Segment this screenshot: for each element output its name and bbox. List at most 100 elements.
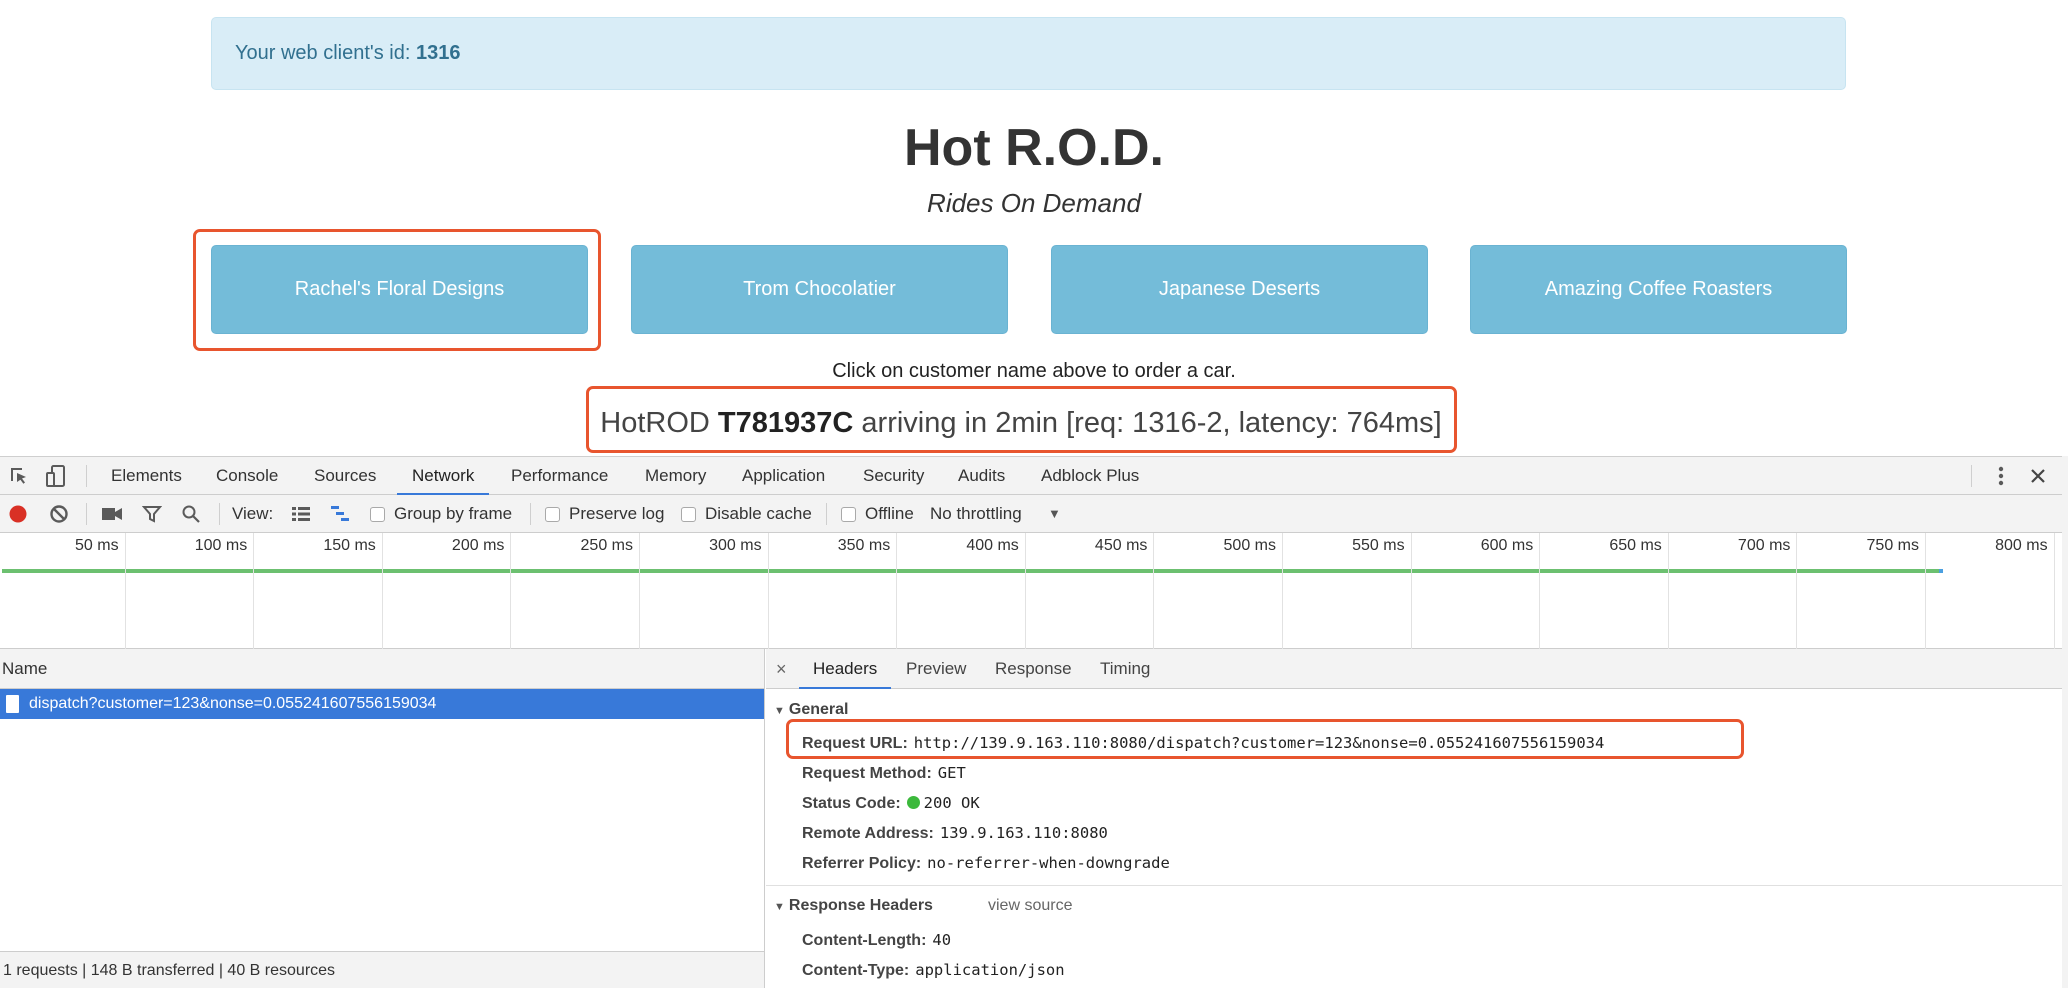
request-detail-pane: × Headers Preview Response Timing ▼ Gener… bbox=[766, 649, 2062, 988]
tab-performance[interactable]: Performance bbox=[511, 457, 608, 495]
timeline-tick-label: 400 ms bbox=[966, 537, 1019, 554]
customer-button-rachels-floral-designs[interactable]: Rachel's Floral Designs bbox=[211, 245, 588, 334]
customer-button-amazing-coffee-roasters[interactable]: Amazing Coffee Roasters bbox=[1470, 245, 1847, 334]
tab-elements[interactable]: Elements bbox=[111, 457, 182, 495]
timeline-tick-label: 250 ms bbox=[580, 537, 633, 554]
request-method-row: Request Method: GET bbox=[802, 760, 966, 786]
separator bbox=[530, 503, 531, 525]
customer-button-japanese-deserts[interactable]: Japanese Deserts bbox=[1051, 245, 1428, 334]
timeline-gridline bbox=[1153, 533, 1155, 649]
timeline-tick-label: 450 ms bbox=[1094, 537, 1148, 554]
general-section-title: General bbox=[788, 701, 849, 718]
tab-response[interactable]: Response bbox=[995, 649, 1072, 689]
response-headers-section-toggle[interactable]: ▼ Response Headers bbox=[774, 893, 933, 919]
referrer-policy-key: Referrer Policy: bbox=[802, 855, 922, 872]
customer-button-label: Japanese Deserts bbox=[1158, 278, 1321, 300]
close-devtools-icon[interactable] bbox=[2027, 465, 2049, 487]
devtools-panel: Elements Console Sources Network Perform… bbox=[0, 456, 2062, 988]
timeline-gridline bbox=[381, 533, 383, 649]
timeline-gridline bbox=[1024, 533, 1026, 649]
content-type-row: Content-Type: application/json bbox=[802, 957, 1065, 983]
offline-checkbox[interactable] bbox=[841, 507, 856, 522]
timeline-tick-label: 350 ms bbox=[837, 537, 891, 554]
tab-preview[interactable]: Preview bbox=[906, 649, 966, 689]
arrival-message: HotROD T781937C arriving in 2min [req: 1… bbox=[586, 405, 1456, 441]
timeline-gridline bbox=[767, 533, 769, 649]
separator bbox=[86, 503, 87, 525]
order-hint: Click on customer name above to order a … bbox=[832, 360, 1236, 382]
referrer-policy-row: Referrer Policy: no-referrer-when-downgra… bbox=[802, 850, 1170, 876]
request-url-value: http://139.9.163.110:8080/dispatch?custo… bbox=[913, 734, 1605, 752]
tab-application[interactable]: Application bbox=[742, 457, 825, 495]
waterfall-overview-icon[interactable] bbox=[330, 505, 350, 523]
referrer-policy-value: no-referrer-when-downgrade bbox=[927, 854, 1170, 872]
preserve-log-label: Preserve log bbox=[569, 504, 665, 523]
more-options-icon[interactable] bbox=[1990, 463, 2012, 489]
request-row[interactable]: dispatch?customer=123&nonse=0.0552416075… bbox=[0, 689, 764, 719]
timeline-gridline bbox=[1796, 533, 1798, 649]
timeline-gridline bbox=[1410, 533, 1412, 649]
devtools-tab-bar: Elements Console Sources Network Perform… bbox=[0, 457, 2062, 495]
timeline-gridline bbox=[510, 533, 512, 649]
network-toolbar: View: Group by frame Preserve log Disabl… bbox=[0, 495, 2062, 533]
close-detail-icon[interactable]: × bbox=[776, 649, 787, 689]
tab-headers[interactable]: Headers bbox=[798, 649, 892, 689]
timeline-tick-label: 550 ms bbox=[1352, 537, 1405, 554]
section-divider bbox=[766, 885, 2062, 886]
document-icon bbox=[6, 695, 19, 713]
timeline-tick-label: 500 ms bbox=[1223, 537, 1276, 554]
request-url-row: Request URL: http://139.9.163.110:8080/di… bbox=[802, 730, 1604, 756]
column-header-name[interactable]: Name bbox=[0, 649, 764, 689]
timeline-tick-label: 100 ms bbox=[194, 537, 248, 554]
device-toolbar-icon[interactable] bbox=[45, 464, 67, 488]
content-length-row: Content-Length: 40 bbox=[802, 927, 951, 953]
filter-icon[interactable] bbox=[142, 504, 162, 524]
group-by-frame-checkbox[interactable] bbox=[370, 507, 385, 522]
clear-icon[interactable] bbox=[49, 504, 69, 524]
remote-address-row: Remote Address: 139.9.163.110:8080 bbox=[802, 820, 1108, 846]
tab-sources[interactable]: Sources bbox=[314, 457, 376, 495]
timeline-tick-label: 700 ms bbox=[1737, 537, 1791, 554]
timeline-tick-label: 600 ms bbox=[1480, 537, 1534, 554]
inspect-element-icon[interactable] bbox=[8, 465, 30, 487]
timeline-tick-label: 150 ms bbox=[323, 537, 376, 554]
screenshot-camera-icon[interactable] bbox=[101, 504, 123, 524]
tab-memory[interactable]: Memory bbox=[645, 457, 706, 495]
tab-network[interactable]: Network bbox=[396, 457, 490, 495]
throttling-select[interactable]: No throttling bbox=[930, 495, 1022, 533]
record-icon[interactable] bbox=[8, 504, 28, 524]
status-code-value: 200 OK bbox=[923, 794, 980, 812]
remote-address-value: 139.9.163.110:8080 bbox=[939, 824, 1108, 842]
timeline-tick-label: 300 ms bbox=[709, 537, 762, 554]
tab-audits[interactable]: Audits bbox=[958, 457, 1005, 495]
network-overview-timeline[interactable]: 50 ms 100 ms 150 ms 200 ms 250 ms 300 ms 350 m… bbox=[0, 533, 2062, 649]
request-name: dispatch?customer=123&nonse=0.0552416075… bbox=[29, 695, 437, 712]
tab-console[interactable]: Console bbox=[216, 457, 278, 495]
customer-button-label: Rachel's Floral Designs bbox=[294, 278, 505, 300]
customer-button-trom-chocolatier[interactable]: Trom Chocolatier bbox=[631, 245, 1008, 334]
tab-adblock-plus[interactable]: Adblock Plus bbox=[1041, 457, 1139, 495]
view-source-link[interactable]: view source bbox=[988, 893, 1072, 919]
general-section-toggle[interactable]: ▼ General bbox=[774, 697, 848, 723]
timeline-gridline bbox=[253, 533, 255, 649]
search-icon[interactable] bbox=[181, 504, 201, 524]
timeline-gridline bbox=[1539, 533, 1541, 649]
timeline-gridline bbox=[639, 533, 640, 649]
large-rows-icon[interactable] bbox=[291, 505, 311, 523]
timeline-gridline bbox=[2053, 533, 2055, 649]
timeline-gridline bbox=[1282, 533, 1283, 649]
tab-timing[interactable]: Timing bbox=[1100, 649, 1150, 689]
group-by-frame-label: Group by frame bbox=[394, 504, 513, 523]
status-code-row: Status Code: 200 OK bbox=[802, 790, 980, 816]
status-code-key: Status Code: bbox=[802, 795, 901, 812]
page-title: Hot R.O.D. bbox=[904, 119, 1164, 177]
throttling-dropdown-icon[interactable]: ▼ bbox=[1048, 495, 1061, 533]
client-id-value: 1316 bbox=[415, 42, 461, 64]
timeline-gridline bbox=[1667, 533, 1669, 649]
timeline-gridline bbox=[896, 533, 898, 649]
preserve-log-checkbox[interactable] bbox=[545, 507, 560, 522]
timeline-gridline bbox=[124, 533, 126, 649]
remote-address-key: Remote Address: bbox=[802, 825, 934, 842]
disable-cache-checkbox[interactable] bbox=[681, 507, 696, 522]
tab-security[interactable]: Security bbox=[863, 457, 924, 495]
